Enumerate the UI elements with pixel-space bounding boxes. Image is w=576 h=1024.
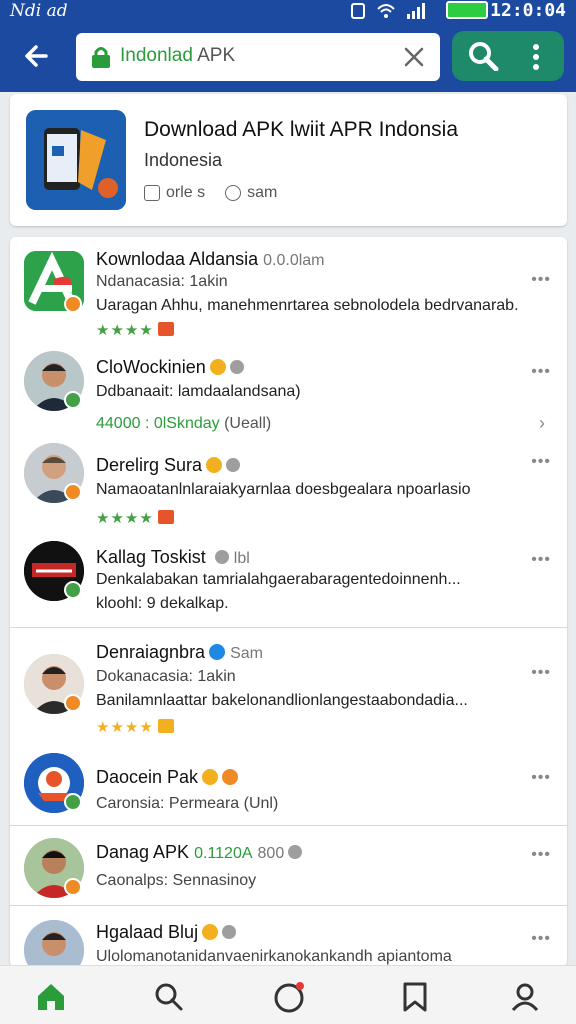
item-subtitle: Ndanacasia: 1akin — [96, 273, 228, 290]
profile-icon[interactable] — [508, 980, 542, 1014]
list-item[interactable]: CloWockinien ••• Ddbanaait: lamdaalandsa… — [10, 339, 567, 433]
search-actions — [452, 31, 564, 81]
clear-icon[interactable] — [402, 45, 426, 69]
item-description: Denkalabakan tamrialahgaerabaragentedoin… — [96, 571, 461, 588]
list-item[interactable]: Hgalaad Bluj ••• Ulolomanotanidanvaenirk… — [10, 905, 567, 967]
item-name: Kallag Toskist lbl — [96, 547, 250, 567]
chevron-right-icon[interactable]: › — [539, 413, 545, 434]
featured-app-subtitle: Indonesia — [144, 150, 223, 170]
more-options-icon[interactable]: ••• — [531, 453, 551, 471]
status-icons — [350, 2, 426, 20]
item-name: Kownlodaa Aldansia 0.0.0lam — [96, 249, 325, 269]
status-badge — [64, 483, 82, 501]
meta-label-2: sam — [247, 184, 278, 201]
avatar — [24, 920, 84, 967]
more-options-icon[interactable]: ••• — [531, 930, 551, 948]
rating-stars: ★★★★ — [96, 321, 174, 339]
list-item[interactable]: Kallag Toskist lbl ••• Denkalabakan tamr… — [10, 529, 567, 627]
status-badge — [64, 295, 82, 313]
lock-icon — [92, 47, 110, 68]
battery-icon — [446, 1, 488, 19]
status-badge — [64, 581, 82, 599]
featured-app-icon — [26, 110, 126, 210]
search-field[interactable]: Indonlad APK — [76, 33, 440, 81]
item-name: Derelirg Sura — [96, 455, 241, 476]
status-time: 12:0:04 — [490, 0, 566, 21]
item-subtitle: Caonalps: Sennasinoy — [96, 872, 257, 889]
item-name: Denraiagnbra Sam — [96, 642, 263, 662]
overflow-menu-icon[interactable] — [532, 43, 540, 71]
bottom-navigation — [0, 965, 576, 1024]
more-options-icon[interactable]: ••• — [531, 664, 551, 682]
search-icon[interactable] — [466, 41, 500, 71]
item-name: Hgalaad Bluj — [96, 922, 237, 943]
item-subtitle: Caronsia: Permeara (Unl) — [96, 795, 279, 812]
more-options-icon[interactable]: ••• — [531, 551, 551, 569]
item-subtitle: kloohl: 9 dekalkap. — [96, 595, 229, 612]
top-app-bar: Ndi ad 12:0:04 Indonlad APK — [0, 0, 576, 92]
nfc-icon — [351, 3, 365, 19]
status-bar: Ndi ad 12:0:04 — [0, 0, 576, 24]
list-item[interactable]: Derelirg Sura ••• Namaoatanlnlaraiakyarn… — [10, 433, 567, 529]
item-name: CloWockinien — [96, 357, 244, 378]
featured-app-title: Download APK lwiit APR Indonsia — [144, 118, 459, 141]
list-item[interactable]: Kownlodaa Aldansia 0.0.0lam ••• Ndanacas… — [10, 237, 567, 339]
featured-app-meta: orle s sam — [144, 184, 277, 202]
more-options-icon[interactable]: ••• — [531, 363, 551, 381]
list-item[interactable]: Denraiagnbra Sam ••• Dokanacasia: 1akin … — [10, 627, 567, 741]
home-icon[interactable] — [34, 980, 68, 1014]
wifi-icon — [377, 4, 395, 18]
status-badge — [64, 878, 82, 896]
back-arrow-icon[interactable] — [20, 38, 56, 74]
status-badge — [64, 391, 82, 409]
rating-stars: ★★★★ — [96, 718, 174, 736]
status-carrier: Ndi ad — [10, 1, 68, 21]
rating-stars: ★★★★ — [96, 509, 174, 527]
item-name: Daocein Pak — [96, 767, 239, 788]
results-list: Kownlodaa Aldansia 0.0.0lam ••• Ndanacas… — [10, 237, 567, 967]
bookmark-icon[interactable] — [398, 980, 432, 1014]
item-name: Danag APK 0.1120A 800 — [96, 842, 303, 863]
chat-icon — [225, 185, 242, 201]
item-description: Banilamnlaattar bakelonandlionlangestaab… — [96, 692, 468, 709]
item-description: Uaragan Ahhu, manehmenrtarea sebnolodela… — [96, 297, 519, 314]
status-badge — [64, 694, 82, 712]
item-subtitle: Ddbanaait: lamdaalandsana) — [96, 383, 301, 400]
item-stats: 44000 : 0lSknday (Ueall) — [96, 415, 272, 432]
verified-icon — [209, 644, 226, 660]
search-input[interactable]: Indonlad APK — [120, 45, 235, 67]
item-description: Namaoatanlnlaraiakyarnlaa doesbgealara n… — [96, 481, 471, 498]
list-item[interactable]: Danag APK 0.1120A 800 ••• Caonalps: Senn… — [10, 825, 567, 905]
more-options-icon[interactable]: ••• — [531, 846, 551, 864]
signal-icon — [407, 3, 425, 19]
meta-label-1: orle s — [166, 184, 206, 201]
status-badge — [64, 793, 82, 811]
item-subtitle: Dokanacasia: 1akin — [96, 668, 236, 685]
item-subtitle: Ulolomanotanidanvaenirkanokankandh apian… — [96, 948, 452, 965]
list-item[interactable]: Daocein Pak ••• Caronsia: Permeara (Unl) — [10, 741, 567, 825]
more-options-icon[interactable]: ••• — [531, 271, 551, 289]
category-icon — [144, 185, 160, 201]
more-options-icon[interactable]: ••• — [531, 769, 551, 787]
search-icon[interactable] — [152, 980, 186, 1014]
discover-icon[interactable] — [272, 980, 306, 1014]
featured-app-card[interactable]: Download APK lwiit APR Indonsia Indonesi… — [10, 94, 567, 226]
